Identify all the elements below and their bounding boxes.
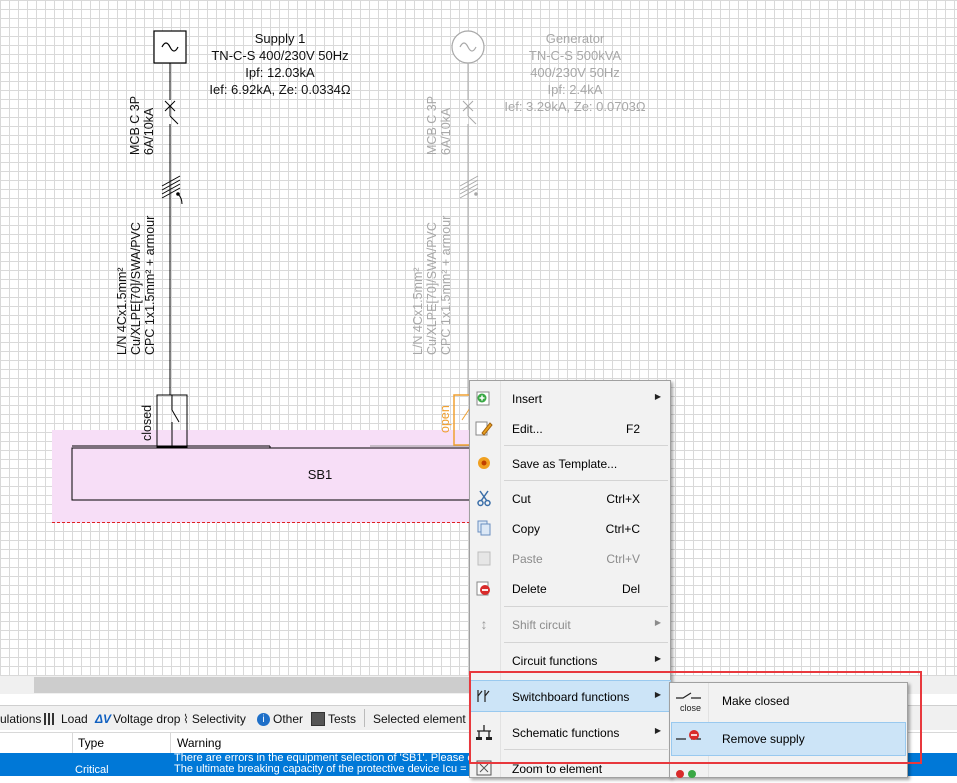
delete-icon <box>474 578 494 598</box>
generator-system: TN-C-S 500kVA <box>528 48 622 63</box>
supply1-title: Supply 1 <box>254 31 306 46</box>
menu-item-edit-shortcut: F2 <box>625 422 640 436</box>
submenu-arrow-icon: ▶ <box>654 654 661 663</box>
tab-voltage-drop[interactable]: ΔV Voltage drop <box>95 710 180 728</box>
menu-item-delete-label: Delete <box>512 582 547 596</box>
tests-icon <box>311 712 325 726</box>
menu-item-cut[interactable]: Cut Ctrl+X <box>470 483 670 513</box>
load-icon <box>44 713 58 725</box>
supply1-info: Supply 1 TN-C-S 400/230V 50Hz Ipf: 12.03… <box>200 30 360 98</box>
switchboard-box <box>71 447 471 501</box>
column-type-header[interactable]: Type <box>78 736 104 750</box>
menu-item-copy-label: Copy <box>512 522 541 536</box>
tab-load[interactable]: Load <box>44 710 88 728</box>
submenu-arrow-icon: ▶ <box>654 618 661 627</box>
shift-icon: ↕ <box>480 616 488 632</box>
tab-voltage-drop-label: Voltage drop <box>113 712 181 726</box>
save-template-icon <box>474 453 494 473</box>
menu-item-delete-shortcut: Del <box>621 582 640 596</box>
menu-item-paste-shortcut: Ctrl+V <box>606 552 640 566</box>
tab-calculations-label: ulations <box>0 712 42 726</box>
cable1-type: Cu/XLPE[70]/SWA/PVC <box>129 222 143 355</box>
breaker2-label: MCB C 3P 6A/10kA <box>425 96 453 155</box>
generator-title: Generator <box>545 31 605 46</box>
selected-element-filter[interactable]: Selected element on <box>373 710 482 728</box>
menu-item-save-as-template[interactable]: Save as Template... <box>470 448 670 478</box>
menu-item-save-as-template-label: Save as Template... <box>512 457 618 471</box>
menu-item-edit-label: Edit... <box>512 422 543 436</box>
info-icon: i <box>257 712 270 726</box>
supply1-ipf: Ipf: 12.03kA <box>245 65 315 80</box>
row-type: Critical <box>75 764 109 776</box>
menu-item-zoom-to-element-label: Zoom to element <box>512 762 603 776</box>
supply1-system: TN-C-S 400/230V 50Hz <box>211 48 349 63</box>
generator-voltage: 400/230V 50Hz <box>530 65 620 80</box>
voltage-drop-icon: ΔV <box>95 712 112 726</box>
menu-item-shift-circuit-label: Shift circuit <box>512 618 571 632</box>
submenu-arrow-icon: ▶ <box>654 392 661 401</box>
generator-ipf: Ipf: 2.4kA <box>547 82 603 97</box>
generator-info: Generator TN-C-S 500kVA 400/230V 50Hz Ip… <box>490 30 660 115</box>
menu-item-copy-shortcut: Ctrl+C <box>605 522 640 536</box>
menu-item-copy[interactable]: Copy Ctrl+C <box>470 513 670 543</box>
switch1-state: closed <box>140 404 154 441</box>
column-warning-header[interactable]: Warning <box>177 736 221 750</box>
breaker1-type: MCB C 3P <box>128 95 142 155</box>
cable1-label: L/N 4Cx1.5mm² Cu/XLPE[70]/SWA/PVC CPC 1x… <box>115 216 157 355</box>
row-warning: There are errors in the equipment select… <box>174 753 474 775</box>
tab-divider <box>364 709 365 727</box>
menu-item-edit[interactable]: Edit... F2 <box>470 413 670 443</box>
menu-item-insert-label: Insert <box>512 392 543 406</box>
copy-icon <box>474 518 494 538</box>
cable2-type: Cu/XLPE[70]/SWA/PVC <box>425 222 439 355</box>
cable1-cores: L/N 4Cx1.5mm² <box>115 267 129 355</box>
cut-icon <box>474 488 494 508</box>
paste-icon <box>474 548 494 568</box>
breaker2-type: MCB C 3P <box>425 95 439 155</box>
edit-icon <box>474 418 494 438</box>
switchboard-label: SB1 <box>307 467 333 482</box>
tab-selectivity[interactable]: ⌇ Selectivity <box>183 710 246 728</box>
supply1-ief: Ief: 6.92kA, Ze: 0.0334Ω <box>209 82 351 97</box>
breaker1-rating: 6A/10kA <box>142 107 156 155</box>
insert-icon <box>474 388 494 408</box>
selected-element-label: Selected element on <box>373 712 483 726</box>
cable2-label: L/N 4Cx1.5mm² Cu/XLPE[70]/SWA/PVC CPC 1x… <box>411 216 453 355</box>
menu-item-cut-label: Cut <box>512 492 531 506</box>
menu-item-paste-label: Paste <box>512 552 543 566</box>
cable1-cpc: CPC 1x1.5mm² + armour <box>143 215 157 355</box>
menu-item-delete[interactable]: Delete Del <box>470 573 670 603</box>
row-warning-line2: The ultimate breaking capacity of the pr… <box>174 763 467 775</box>
breaker2-rating: 6A/10kA <box>439 107 453 155</box>
tab-other[interactable]: i Other <box>257 710 303 728</box>
menu-item-shift-circuit[interactable]: ↕ Shift circuit ▶ <box>470 609 670 639</box>
tab-load-label: Load <box>61 712 88 726</box>
menu-item-circuit-functions-label: Circuit functions <box>512 654 598 668</box>
selectivity-icon: ⌇ <box>183 712 189 726</box>
scrollbar-thumb[interactable] <box>34 677 470 693</box>
menu-item-cut-shortcut: Ctrl+X <box>606 492 640 506</box>
switch2-state: open <box>438 405 452 433</box>
highlight-annotation <box>469 671 922 764</box>
generator-ief: Ief: 3.29kA, Ze: 0.0703Ω <box>504 99 646 114</box>
menu-item-paste[interactable]: Paste Ctrl+V <box>470 543 670 573</box>
breaker1-label: MCB C 3P 6A/10kA <box>128 96 156 155</box>
tab-other-label: Other <box>273 712 304 726</box>
tab-calculations[interactable]: ulations <box>0 710 41 728</box>
tab-tests-label: Tests <box>328 712 357 726</box>
tab-tests[interactable]: Tests <box>311 710 356 728</box>
tab-selectivity-label: Selectivity <box>191 712 246 726</box>
cable2-cores: L/N 4Cx1.5mm² <box>411 267 425 355</box>
menu-item-insert[interactable]: Insert ▶ <box>470 383 670 413</box>
cable2-cpc: CPC 1x1.5mm² + armour <box>439 215 453 355</box>
